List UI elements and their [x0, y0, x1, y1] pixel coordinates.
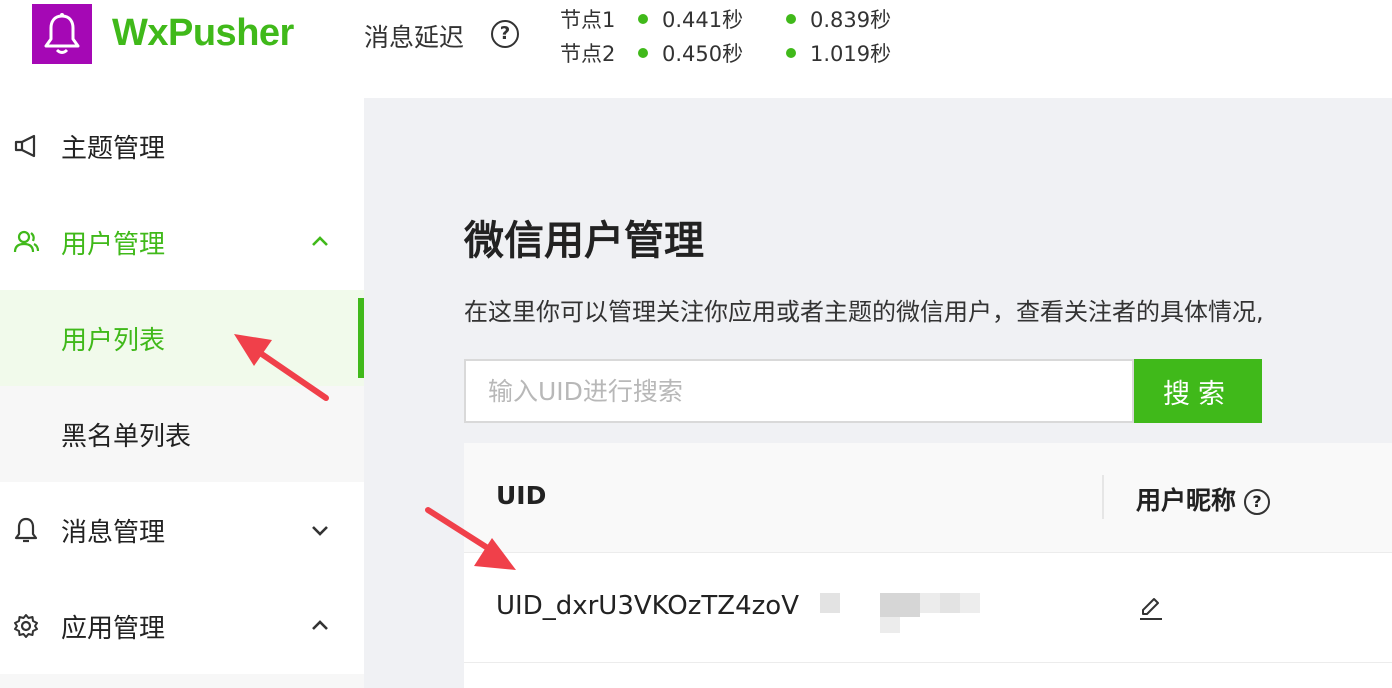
uid-cell: UID_dxrU3VKOzTZ4zoV: [496, 591, 799, 621]
node-latency-value: 0.450秒: [662, 42, 744, 66]
annotation-arrow-icon: [234, 334, 329, 401]
sidebar-subitem-label: 用户列表: [61, 326, 166, 356]
sidebar-subitem-partial: [0, 674, 364, 688]
latency-label: 消息延迟: [364, 23, 465, 52]
column-header-label: 用户昵称: [1136, 486, 1237, 515]
sidebar-item-apps[interactable]: 应用管理: [0, 578, 364, 674]
table-header: UID 用户昵称?: [464, 443, 1392, 553]
user-icon: [12, 228, 40, 256]
node-latency-row: 节点2 0.450秒 1.019秒: [560, 38, 922, 68]
help-icon[interactable]: ?: [491, 20, 519, 48]
node-latency-value: 0.441秒: [662, 8, 744, 32]
help-icon[interactable]: ?: [1244, 489, 1271, 515]
redacted-mosaic: [920, 593, 940, 613]
node-latency-value: 0.839秒: [810, 8, 892, 32]
edit-icon[interactable]: [1136, 593, 1166, 623]
sidebar-item-users[interactable]: 用户管理: [0, 194, 364, 290]
page-title: 微信用户管理: [464, 218, 704, 264]
app-logo[interactable]: [32, 4, 92, 64]
bell-logo-icon: [44, 13, 80, 54]
sidebar-item-label: 消息管理: [61, 517, 166, 548]
sidebar-item-topics[interactable]: 主题管理: [0, 98, 364, 194]
status-dot-icon: [638, 48, 648, 58]
chevron-up-icon[interactable]: [308, 230, 332, 254]
redacted-mosaic: [880, 617, 900, 633]
redacted-mosaic: [820, 593, 840, 613]
sidebar-subitem-label: 黑名单列表: [61, 422, 192, 452]
sidebar-item-label: 用户管理: [61, 229, 166, 260]
redacted-mosaic: [940, 593, 960, 613]
node-latency-value: 1.019秒: [810, 42, 892, 66]
megaphone-icon: [12, 132, 40, 160]
top-header: WxPusher 消息延迟 ? 节点1 0.441秒 0.839秒 节点2 0.…: [0, 0, 1392, 98]
bell-icon: [12, 516, 40, 544]
search-button[interactable]: 搜索: [1134, 359, 1262, 423]
node-name: 节点2: [560, 42, 616, 66]
chevron-down-icon[interactable]: [308, 518, 332, 542]
node-name: 节点1: [560, 8, 616, 32]
gear-icon: [12, 612, 40, 640]
sidebar-item-label: 应用管理: [61, 613, 166, 644]
user-table: UID 用户昵称? UID_dxrU3VKOzTZ4zoV: [464, 443, 1392, 688]
uid-search-input[interactable]: [464, 359, 1134, 423]
page-description: 在这里你可以管理关注你应用或者主题的微信用户，查看关注者的具体情况,: [464, 298, 1264, 326]
status-dot-icon: [786, 48, 796, 58]
node-latency-row: 节点1 0.441秒 0.839秒: [560, 4, 922, 34]
sidebar-item-label: 主题管理: [61, 133, 166, 164]
annotation-arrow-icon: [425, 507, 516, 570]
chevron-up-icon[interactable]: [308, 614, 332, 638]
redacted-mosaic: [880, 593, 920, 617]
column-header-nickname: 用户昵称?: [1136, 481, 1271, 517]
table-row: UID_dxrU3VKOzTZ4zoV: [464, 553, 1392, 663]
status-dot-icon: [786, 14, 796, 24]
brand-name[interactable]: WxPusher: [112, 12, 294, 55]
main-content: 微信用户管理 在这里你可以管理关注你应用或者主题的微信用户，查看关注者的具体情况…: [364, 98, 1392, 688]
sidebar-item-messages[interactable]: 消息管理: [0, 482, 364, 578]
redacted-mosaic: [960, 593, 980, 613]
column-divider: [1102, 475, 1104, 519]
status-dot-icon: [638, 14, 648, 24]
